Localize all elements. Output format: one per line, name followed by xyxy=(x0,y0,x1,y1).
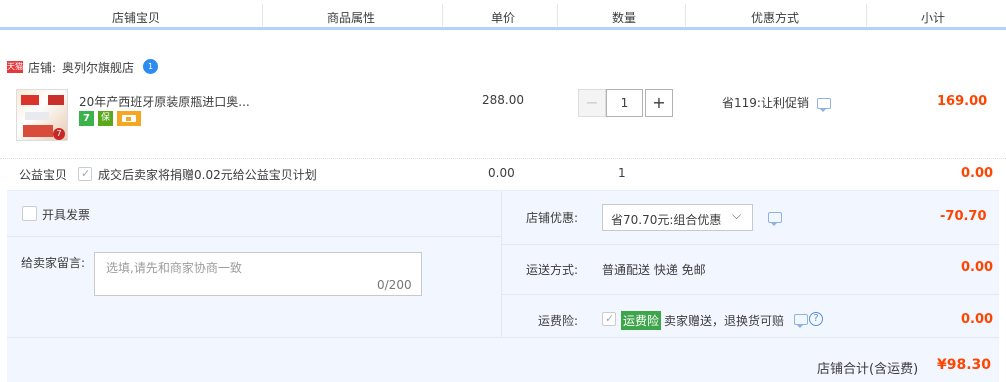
insurance-text: 卖家赠送，退换货可赔 xyxy=(664,314,785,328)
charity-checkbox[interactable] xyxy=(78,167,92,181)
unit-price: 288.00 xyxy=(482,93,524,107)
total-amount: ¥98.30 xyxy=(937,357,992,373)
shop-discount-label: 店铺优惠: xyxy=(526,211,579,225)
quantity-increase-button[interactable]: + xyxy=(645,89,673,117)
insurance-amount: 0.00 xyxy=(961,312,994,327)
promotion-info-icon[interactable] xyxy=(817,98,831,112)
panel-divider xyxy=(502,294,999,295)
item-subtotal: 169.00 xyxy=(937,94,988,109)
item-row: 7 20年产西班牙原装原瓶进口奥... 7 保 288.00 − + 省119:… xyxy=(0,83,1006,159)
insurance-label: 运费险: xyxy=(538,314,579,328)
shop-discount-selected: 省70.70元:组合优惠 xyxy=(611,213,722,227)
header-divider xyxy=(442,4,443,26)
charity-row: 公益宝贝 成交后卖家将捐赠0.02元给公益宝贝计划 0.00 1 0.00 xyxy=(0,158,1006,188)
shop-label: 店铺: xyxy=(28,61,57,75)
message-placeholder: 选填,请先和商家协商一致 xyxy=(106,261,242,275)
invoice-label: 开具发票 xyxy=(42,208,91,222)
charity-quantity: 1 xyxy=(618,166,626,180)
shop-name-link[interactable]: 奥列尔旗舰店 xyxy=(62,59,134,76)
header-divider xyxy=(557,4,558,26)
shop-discount-select[interactable]: 省70.70元:组合优惠 ⌵ xyxy=(602,204,753,231)
message-textarea[interactable]: 选填,请先和商家协商一致 0/200 xyxy=(94,252,422,296)
quantity-input[interactable] xyxy=(606,89,643,117)
header-divider xyxy=(866,4,867,26)
shipping-label: 运送方式: xyxy=(526,263,579,277)
product-title-link[interactable]: 20年产西班牙原装原瓶进口奥... xyxy=(79,93,250,110)
charity-price: 0.00 xyxy=(488,166,515,180)
total-label: 店铺合计(含运费) xyxy=(817,362,919,377)
panel-divider xyxy=(7,236,501,237)
header-divider xyxy=(262,4,263,26)
promotion-text: 省119:让利促销 xyxy=(722,96,809,110)
insurance-chat-icon[interactable] xyxy=(794,314,808,328)
message-label: 给卖家留言: xyxy=(21,256,86,270)
tmall-logo-icon: 天猫 xyxy=(7,61,23,73)
order-options-panel: 开具发票 给卖家留言: 选填,请先和商家协商一致 0/200 店铺优惠: 省70… xyxy=(7,190,999,382)
credit-card-icon[interactable] xyxy=(117,111,141,126)
charity-text: 成交后卖家将捐赠0.02元给公益宝贝计划 xyxy=(98,168,317,182)
product-thumbnail[interactable]: 7 xyxy=(16,89,68,141)
panel-divider xyxy=(7,337,999,338)
shipping-method: 普通配送 快递 免邮 xyxy=(602,263,706,277)
header-price: 单价 xyxy=(491,11,516,25)
insurance-checkbox[interactable] xyxy=(602,312,616,326)
invoice-checkbox[interactable] xyxy=(22,206,37,221)
quantity-decrease-button[interactable]: − xyxy=(578,89,606,117)
panel-divider xyxy=(502,244,999,245)
message-char-counter: 0/200 xyxy=(377,278,412,292)
guarantee-icon[interactable]: 保 xyxy=(98,111,113,126)
header-attributes: 商品属性 xyxy=(327,11,376,25)
table-header: 店铺宝贝 商品属性 单价 数量 优惠方式 小计 xyxy=(0,0,1006,30)
wangwang-chat-icon[interactable]: 1 xyxy=(143,59,158,74)
charity-subtotal: 0.00 xyxy=(961,166,994,181)
charity-label: 公益宝贝 xyxy=(19,168,68,182)
header-promotion: 优惠方式 xyxy=(751,11,800,25)
help-icon[interactable]: ? xyxy=(809,312,823,326)
header-divider xyxy=(685,4,686,26)
panel-divider xyxy=(501,191,502,337)
seven-day-return-icon[interactable]: 7 xyxy=(79,111,94,126)
insurance-badge: 运费险 xyxy=(621,311,662,330)
shipping-amount: 0.00 xyxy=(961,260,994,275)
header-quantity: 数量 xyxy=(612,11,637,25)
shop-discount-amount: -70.70 xyxy=(940,209,987,224)
header-item: 店铺宝贝 xyxy=(112,11,161,25)
discount-info-icon[interactable] xyxy=(768,212,782,226)
header-subtotal: 小计 xyxy=(921,11,946,25)
chevron-down-icon: ⌵ xyxy=(732,208,742,222)
